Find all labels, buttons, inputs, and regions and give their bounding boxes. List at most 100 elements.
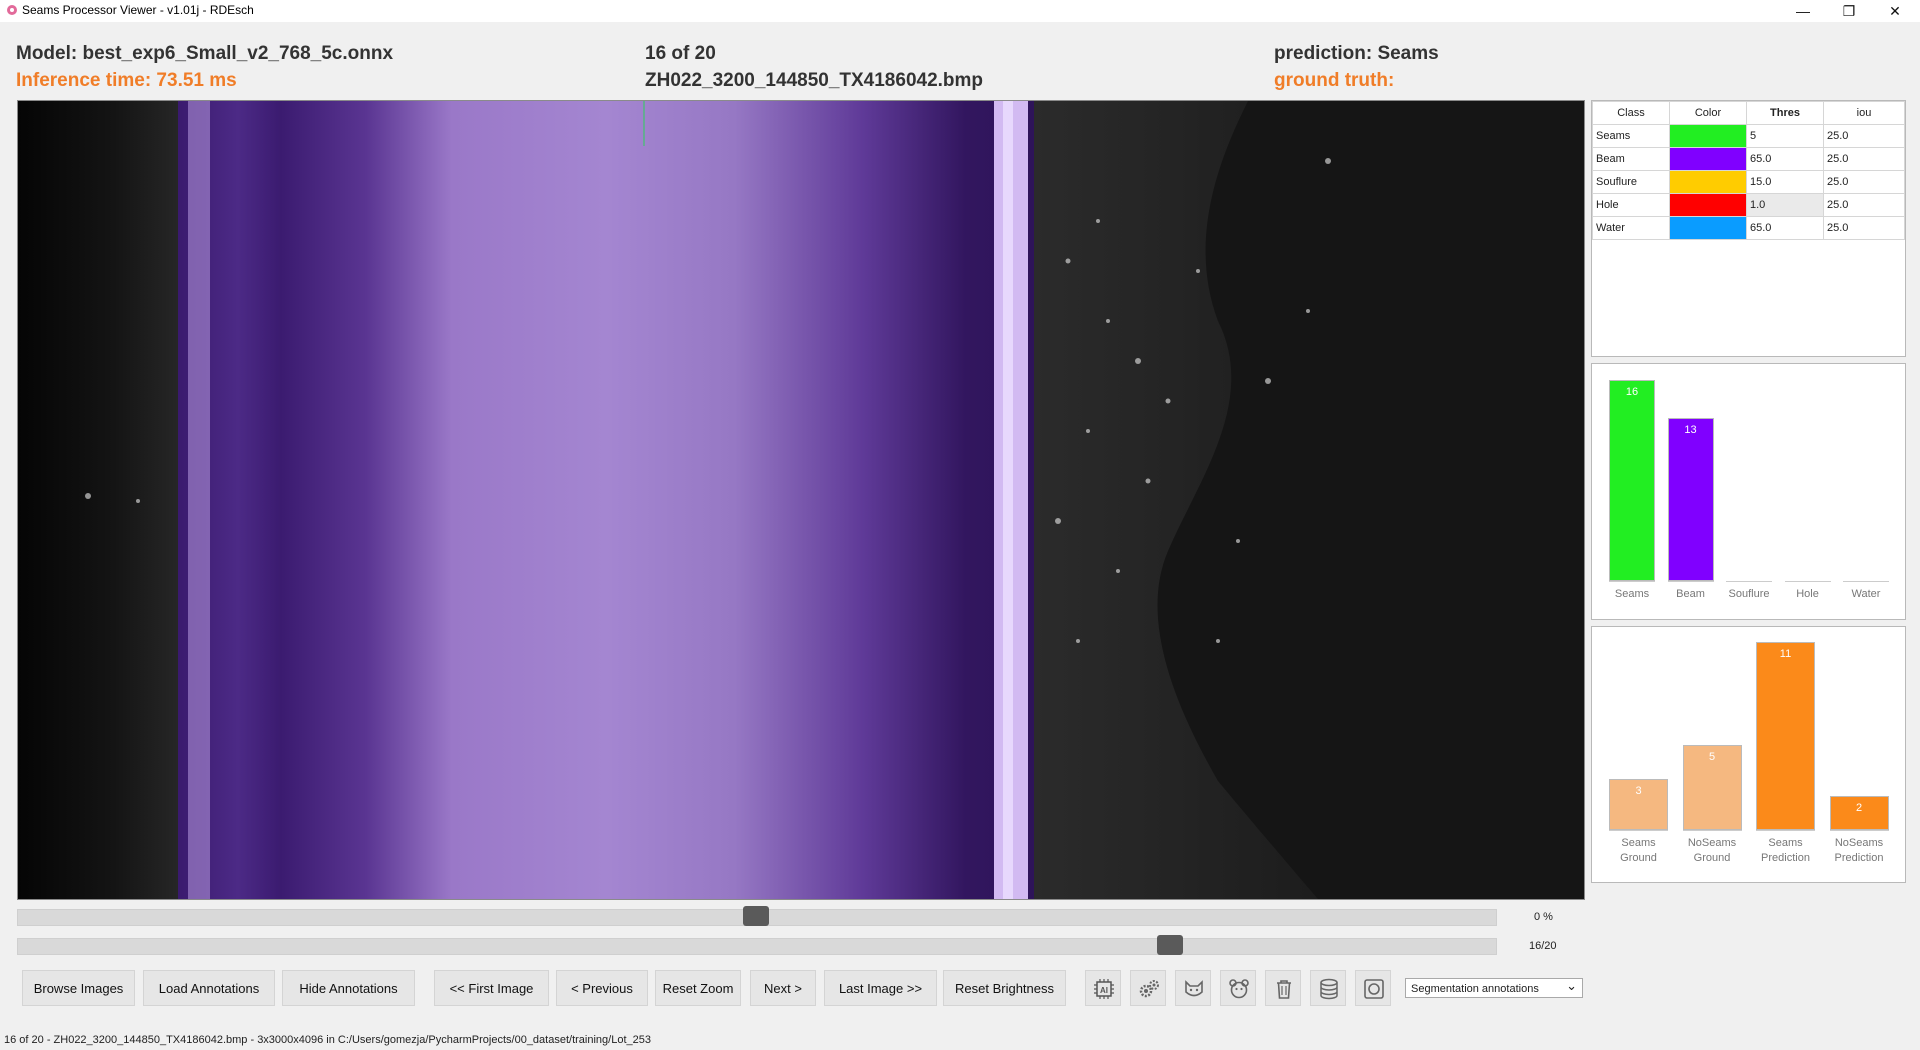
class-threshold-cell[interactable]: 65.0 [1746,147,1824,171]
chart-value-label: 3 [1635,784,1642,797]
class-iou-cell[interactable]: 25.0 [1823,124,1905,148]
last-image-button[interactable]: Last Image >> [824,970,937,1006]
circle-frame-icon [1364,979,1384,999]
annotation-type-select[interactable]: Segmentation annotations ⌄ [1405,978,1583,998]
class-color-cell[interactable] [1669,124,1747,148]
class-name-cell[interactable]: Hole [1592,193,1670,217]
chart-category-label: Seams Ground [1599,836,1678,866]
database-button[interactable] [1310,970,1346,1006]
chart-category-label: Water [1851,588,1881,600]
minimize-button[interactable]: — [1780,0,1826,22]
chart-baseline [1784,581,1831,582]
reset-brightness-button[interactable]: Reset Brightness [943,970,1066,1006]
column-header-thres[interactable]: Thres [1746,101,1824,125]
image-viewer[interactable] [17,100,1585,900]
class-row-beam[interactable]: Beam 65.0 25.0 [1592,147,1905,171]
inspection-image [18,101,1584,899]
chart-category-label: Souflure [1728,588,1770,600]
chart-category-line: NoSeams [1687,837,1737,849]
chart-baseline [1829,830,1889,831]
chart-value-label: 11 [1779,648,1792,660]
column-header-color[interactable]: Color [1669,101,1747,125]
class-row-seams[interactable]: Seams 5 25.0 [1592,124,1905,148]
ground-prediction-chart: 3 Seams Ground 5 NoSeams Ground 11 Seams Predict… [1592,627,1905,882]
chart-category-line: Prediction [1761,852,1810,864]
browse-images-button[interactable]: Browse Images [22,970,135,1006]
svg-text:AI: AI [1100,986,1108,995]
class-threshold-cell[interactable]: 5 [1746,124,1824,148]
class-name-cell[interactable]: Seams [1592,124,1670,148]
ground-truth-label: ground truth: [1274,70,1395,91]
class-name-cell[interactable]: Souflure [1592,170,1670,194]
circle-frame-button[interactable] [1355,970,1391,1006]
chart-bar [1756,642,1815,830]
load-annotations-button[interactable]: Load Annotations [143,970,275,1006]
class-threshold-cell[interactable]: 15.0 [1746,170,1824,194]
title-bar: Seams Processor Viewer - v1.01j - RDEsch… [0,0,1920,22]
ai-chip-button[interactable]: AI [1085,970,1121,1006]
hide-annotations-button[interactable]: Hide Annotations [282,970,415,1006]
column-header-iou[interactable]: iou [1823,101,1905,125]
trash-button[interactable] [1265,970,1301,1006]
class-name-cell[interactable]: Beam [1592,147,1670,171]
chart-bar [1609,380,1655,581]
chart-category-label: NoSeams Prediction [1820,836,1899,866]
class-count-chart-panel: 16 Seams 13 Beam Souflure Hole Water [1591,363,1906,620]
bear-face-button[interactable] [1220,970,1256,1006]
app-icon [7,5,17,15]
reset-zoom-button[interactable]: Reset Zoom [655,970,741,1006]
close-button[interactable]: ✕ [1872,0,1918,22]
chart-category-line: NoSeams [1834,837,1884,849]
class-color-cell[interactable] [1669,147,1747,171]
class-color-cell[interactable] [1669,170,1747,194]
chart-value-label: 5 [1708,750,1716,763]
brightness-slider-handle[interactable] [743,906,769,926]
class-iou-cell[interactable]: 25.0 [1823,193,1905,217]
model-label: Model: best_exp6_Small_v2_768_5c.onnx [16,43,394,64]
chart-category-line: Seams [1621,837,1656,849]
next-button[interactable]: Next > [750,970,816,1006]
class-row-hole[interactable]: Hole 1.0 25.0 [1592,193,1905,217]
chart-category-label: Beam [1676,588,1705,600]
class-iou-cell[interactable]: 25.0 [1823,147,1905,171]
inference-time-label: Inference time: 73.51 ms [16,70,237,91]
filename-label: ZH022_3200_144850_TX4186042.bmp [645,70,984,91]
ai-chip-icon: AI [1094,979,1114,999]
chart-baseline [1609,581,1655,582]
chart-baseline [1726,581,1772,582]
chart-category-line: Seams [1768,837,1803,849]
chart-value-label: 2 [1855,801,1863,814]
chart-category-label: Seams Prediction [1746,836,1825,866]
chart-category-line: Ground [1693,852,1731,864]
gears-button[interactable] [1130,970,1166,1006]
first-image-button[interactable]: << First Image [434,970,549,1006]
chart-value-label: 13 [1684,423,1697,436]
class-color-cell[interactable] [1669,193,1747,217]
image-position-label: 16/20 [1529,940,1557,952]
class-row-water[interactable]: Water 65.0 25.0 [1592,216,1905,240]
gears-icon [1139,980,1159,998]
chevron-down-icon: ⌄ [1566,978,1577,993]
previous-button[interactable]: < Previous [556,970,648,1006]
class-color-cell[interactable] [1669,216,1747,240]
cat-face-icon [1185,980,1203,997]
trash-icon [1277,980,1291,999]
class-row-souflure[interactable]: Souflure 15.0 25.0 [1592,170,1905,194]
bear-face-icon [1229,979,1249,999]
cat-face-button[interactable] [1175,970,1211,1006]
class-threshold-cell[interactable]: 1.0 [1746,193,1824,217]
image-slider-track[interactable] [17,938,1497,955]
restore-button[interactable]: ❐ [1826,0,1872,22]
chart-baseline [1756,830,1815,831]
column-header-class[interactable]: Class [1592,101,1670,125]
class-threshold-cell[interactable]: 65.0 [1746,216,1824,240]
chart-baseline [1609,830,1668,831]
class-table-panel: Class Color Thres iou Seams 5 25.0 Beam 65.0… [1591,100,1906,357]
class-iou-cell[interactable]: 25.0 [1823,216,1905,240]
image-slider-handle[interactable] [1156,935,1183,955]
chart-baseline [1682,830,1742,831]
class-name-cell[interactable]: Water [1592,216,1670,240]
chart-category-label: Seams [1614,588,1650,600]
chart-value-label: 16 [1625,386,1639,398]
class-iou-cell[interactable]: 25.0 [1823,170,1905,194]
